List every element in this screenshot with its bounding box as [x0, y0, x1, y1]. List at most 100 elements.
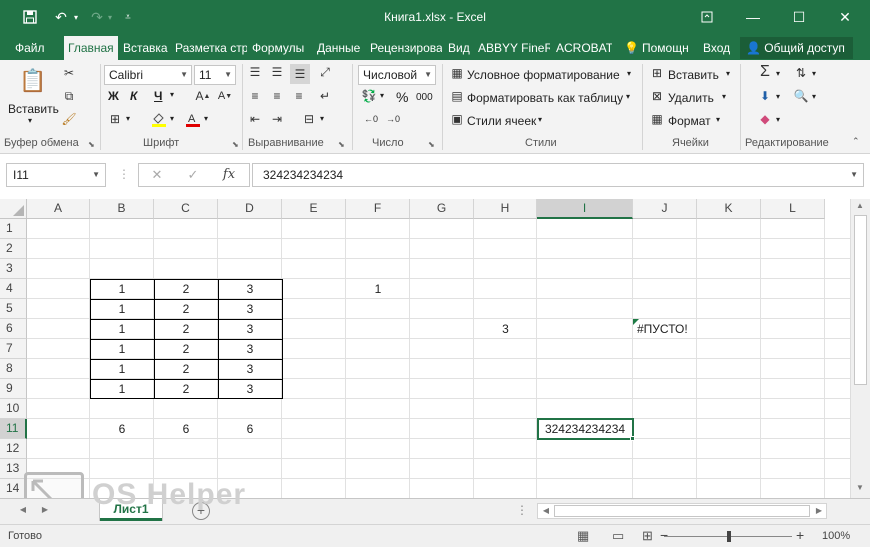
cell-styles-dropdown-icon[interactable]: ▾ [538, 115, 542, 124]
tab-splitter-icon[interactable]: ⋮ [516, 503, 528, 517]
select-all-corner[interactable] [0, 199, 27, 219]
next-sheet-icon[interactable]: ▶ [36, 505, 54, 514]
column-header[interactable]: J [633, 199, 697, 219]
wrap-text-icon[interactable]: ↵ [316, 88, 334, 104]
find-dropdown-icon[interactable]: ▾ [812, 92, 816, 101]
cell-c5[interactable]: 2 [154, 299, 218, 319]
insert-cells-icon[interactable]: ⊞ [648, 65, 666, 81]
delete-cells-icon[interactable]: ⊠ [648, 88, 666, 104]
cell-d7[interactable]: 3 [218, 339, 282, 359]
format-painter-icon[interactable]: 🖌 [60, 111, 78, 127]
maximize-button[interactable]: ☐ [776, 4, 822, 30]
increase-font-icon[interactable]: A ▲ [194, 88, 212, 104]
currency-dropdown-icon[interactable]: ▾ [380, 91, 384, 100]
column-header[interactable]: D [218, 199, 282, 219]
autosum-dropdown-icon[interactable]: ▾ [776, 69, 780, 78]
enter-icon[interactable]: ✓ [179, 164, 207, 186]
tab-insert[interactable]: Вставка [123, 36, 169, 60]
cell-d11[interactable]: 6 [218, 419, 282, 439]
clear-icon[interactable]: ◆ [756, 111, 774, 127]
increase-indent-icon[interactable]: ⇥ [268, 111, 286, 127]
merge-center-icon[interactable]: ⊟ [300, 111, 318, 127]
column-header[interactable]: G [410, 199, 474, 219]
row-header[interactable]: 8 [0, 359, 27, 379]
find-select-icon[interactable]: 🔍 [792, 88, 810, 104]
tab-abbyy[interactable]: ABBYY FineR [478, 36, 550, 60]
tab-data[interactable]: Данные [317, 36, 363, 60]
tab-formulas[interactable]: Формулы [252, 36, 310, 60]
merge-dropdown-icon[interactable]: ▾ [320, 114, 324, 123]
ribbon-display-icon[interactable] [684, 4, 730, 30]
sort-dropdown-icon[interactable]: ▾ [812, 69, 816, 78]
cell-b8[interactable]: 1 [90, 359, 154, 379]
font-color-dropdown-icon[interactable]: ▾ [204, 114, 208, 123]
number-launcher-icon[interactable]: ⬊ [428, 140, 435, 149]
decrease-indent-icon[interactable]: ⇤ [246, 111, 264, 127]
format-table-dropdown-icon[interactable]: ▾ [626, 92, 630, 101]
format-table-icon[interactable]: ▤ [448, 88, 466, 104]
row-header[interactable]: 1 [0, 219, 27, 239]
chevron-down-icon[interactable]: ▼ [92, 164, 100, 186]
insert-cells-button[interactable]: Вставить [668, 68, 719, 82]
tab-home[interactable]: Главная [64, 36, 118, 60]
decrease-decimal-icon[interactable]: →0 [384, 111, 402, 127]
zoom-in-icon[interactable]: + [796, 527, 804, 543]
row-header[interactable]: 10 [0, 399, 27, 419]
underline-dropdown-icon[interactable]: ▾ [170, 90, 174, 99]
format-cells-icon[interactable]: ▦ [648, 111, 666, 127]
column-header[interactable]: B [90, 199, 154, 219]
cut-icon[interactable]: ✂ [60, 65, 78, 81]
share-button[interactable]: 👤 Общий доступ [740, 37, 853, 59]
font-name-select[interactable]: Calibri ▼ [104, 65, 192, 85]
cell-c7[interactable]: 2 [154, 339, 218, 359]
orientation-icon[interactable]: ⤢ [316, 64, 334, 80]
column-header[interactable]: L [761, 199, 825, 219]
cell-b6[interactable]: 1 [90, 319, 154, 339]
tab-acrobat[interactable]: ACROBAT [556, 36, 612, 60]
prev-sheet-icon[interactable]: ◀ [14, 505, 32, 514]
italic-button[interactable]: К [130, 89, 137, 103]
page-layout-icon[interactable]: ▭ [612, 528, 624, 544]
cell-c9[interactable]: 2 [154, 379, 218, 399]
tab-file[interactable]: Файл [15, 36, 49, 60]
tab-signin[interactable]: Вход [703, 36, 733, 60]
paste-dropdown-icon[interactable]: ▾ [28, 116, 32, 125]
align-center-icon[interactable]: ≡ [268, 88, 286, 104]
thousands-button[interactable]: 000 [416, 92, 433, 103]
row-header[interactable]: 12 [0, 439, 27, 459]
cell-h6[interactable]: 3 [474, 319, 537, 339]
cell-b11[interactable]: 6 [90, 419, 154, 439]
font-color-icon[interactable]: A [184, 111, 202, 127]
align-top-icon[interactable]: ☰ [246, 64, 264, 80]
row-header[interactable]: 13 [0, 459, 27, 479]
cell-b4[interactable]: 1 [90, 279, 154, 299]
formula-input[interactable]: 324234234234 ▼ [252, 163, 864, 187]
minimize-button[interactable]: — [730, 4, 776, 30]
horizontal-scroll-thumb[interactable] [554, 505, 810, 517]
cell-b9[interactable]: 1 [90, 379, 154, 399]
fill-dropdown-icon[interactable]: ▾ [776, 92, 780, 101]
cell-d6[interactable]: 3 [218, 319, 282, 339]
cell-d5[interactable]: 3 [218, 299, 282, 319]
alignment-launcher-icon[interactable]: ⬊ [338, 140, 345, 149]
delete-dropdown-icon[interactable]: ▾ [722, 92, 726, 101]
formula-bar-splitter-icon[interactable]: ⋮ [118, 167, 130, 181]
cell-f4[interactable]: 1 [346, 279, 410, 299]
increase-decimal-icon[interactable]: ←0 [362, 111, 380, 127]
tab-review[interactable]: Рецензирова [370, 36, 442, 60]
horizontal-scrollbar[interactable]: ◀ ▶ [537, 503, 827, 519]
copy-icon[interactable]: ⧉ [60, 88, 78, 104]
row-header[interactable]: 7 [0, 339, 27, 359]
column-header[interactable]: K [697, 199, 761, 219]
scroll-right-icon[interactable]: ▶ [810, 506, 828, 515]
align-middle-icon[interactable]: ☰ [268, 64, 286, 80]
scroll-up-icon[interactable]: ▲ [851, 201, 869, 210]
format-dropdown-icon[interactable]: ▾ [716, 115, 720, 124]
row-header[interactable]: 14 [0, 479, 27, 499]
error-indicator-icon[interactable] [633, 319, 639, 325]
number-format-select[interactable]: Числовой ▼ [358, 65, 436, 85]
cond-dropdown-icon[interactable]: ▾ [627, 69, 631, 78]
clear-dropdown-icon[interactable]: ▾ [776, 115, 780, 124]
page-break-icon[interactable]: ⊞ [642, 528, 653, 544]
vertical-scrollbar[interactable]: ▲ ▼ [850, 199, 870, 498]
